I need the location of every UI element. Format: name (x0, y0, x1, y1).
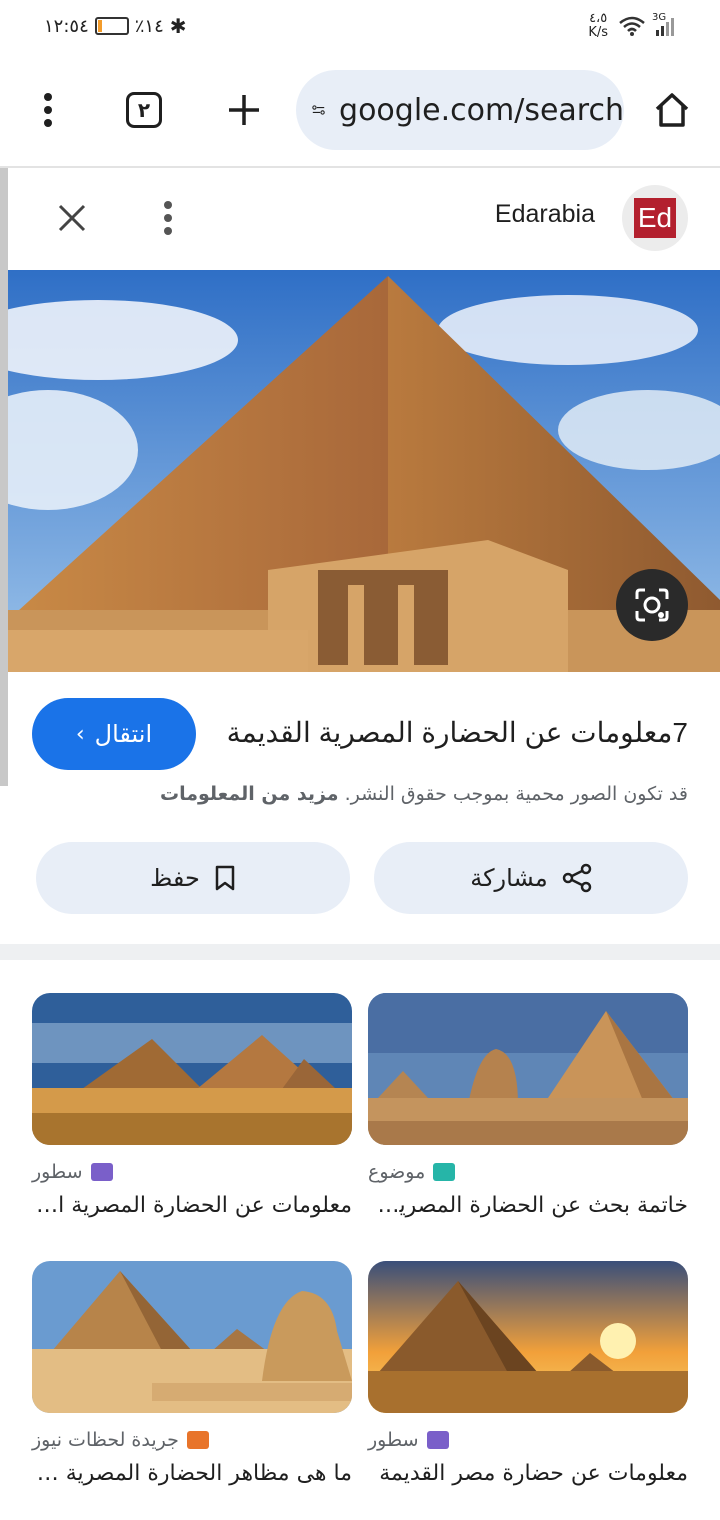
menu-icon[interactable] (30, 88, 66, 132)
related-source: موضوع (368, 1161, 688, 1183)
related-source: سطور (32, 1161, 352, 1183)
lens-icon (635, 588, 669, 622)
related-source: جريدة لحظات نيوز (32, 1429, 352, 1451)
related-source-name: سطور (32, 1161, 83, 1183)
bookmark-icon (215, 865, 235, 891)
save-button[interactable]: حفظ (36, 842, 350, 914)
preview-image[interactable] (8, 270, 720, 672)
share-label: مشاركة (470, 864, 548, 892)
bluetooth-icon: ✱ (169, 14, 187, 38)
battery-percent: ٪١٤ (134, 15, 164, 37)
url-text[interactable]: google.com/search (339, 93, 624, 128)
chevron-left-icon: ‹ (75, 721, 85, 747)
status-bar-left: ١٢:٥٤ ٪١٤ ✱ (44, 14, 187, 38)
toolbar-divider (0, 166, 720, 168)
related-card[interactable]: سطور معلومات عن الحضارة المصرية القديمة (32, 993, 352, 1218)
site-settings-icon[interactable] (312, 97, 325, 123)
favicon-icon (426, 1431, 449, 1449)
address-bar[interactable]: google.com/search (296, 70, 624, 150)
related-title[interactable]: ما هى مظاهر الحضارة المصرية القديمة (32, 1461, 352, 1486)
panel-scrollbar (0, 168, 8, 786)
status-time: ١٢:٥٤ (44, 15, 89, 37)
related-title[interactable]: خاتمة بحث عن الحضارة المصرية القديمة (368, 1193, 688, 1218)
source-logo-text: Ed (634, 198, 676, 238)
network-type: 3G (652, 12, 667, 23)
related-title[interactable]: معلومات عن حضارة مصر القديمة (368, 1461, 688, 1486)
copyright-notice: قد تكون الصور محمية بموجب حقوق النشر. مز… (160, 783, 688, 805)
related-source-name: سطور (368, 1429, 419, 1451)
related-title[interactable]: معلومات عن الحضارة المصرية القديمة (32, 1193, 352, 1218)
close-icon[interactable] (52, 198, 92, 238)
new-tab-icon[interactable] (226, 92, 262, 128)
speed-unit: K/s (588, 25, 608, 40)
related-thumbnail[interactable] (32, 1261, 352, 1413)
tab-count: ٢ (137, 98, 151, 122)
related-card[interactable]: موضوع خاتمة بحث عن الحضارة المصرية القدي… (368, 993, 688, 1218)
related-thumbnail[interactable] (368, 1261, 688, 1413)
lens-search-button[interactable] (616, 569, 688, 641)
section-separator (0, 944, 720, 960)
related-thumbnail[interactable] (32, 993, 352, 1145)
copyright-text: قد تكون الصور محمية بموجب حقوق النشر. (338, 783, 688, 805)
favicon-icon (186, 1431, 209, 1449)
network-speed: ٤،٥ K/s (588, 12, 608, 40)
related-source: سطور (368, 1429, 688, 1451)
tab-switcher-button[interactable]: ٢ (126, 92, 162, 128)
wifi-icon (619, 16, 645, 36)
image-title[interactable]: 7معلومات عن الحضارة المصرية القديمة (227, 716, 688, 749)
related-thumbnail[interactable] (368, 993, 688, 1145)
goto-button[interactable]: ‹ انتقال (32, 698, 196, 770)
home-icon[interactable] (652, 90, 692, 130)
favicon-icon (433, 1163, 456, 1181)
related-card[interactable]: سطور معلومات عن حضارة مصر القديمة (368, 1261, 688, 1486)
share-icon (562, 863, 591, 893)
source-logo[interactable]: Ed (622, 185, 688, 251)
status-bar-right: ٤،٥ K/s 3G (588, 12, 674, 40)
related-card[interactable]: جريدة لحظات نيوز ما هى مظاهر الحضارة الم… (32, 1261, 352, 1486)
save-label: حفظ (150, 864, 200, 892)
related-source-name: جريدة لحظات نيوز (32, 1429, 179, 1451)
source-name[interactable]: Edarabia (495, 200, 595, 229)
more-info-link[interactable]: مزيد من المعلومات (160, 783, 339, 805)
battery-icon (94, 17, 129, 35)
speed-value: ٤،٥ (589, 11, 608, 26)
share-button[interactable]: مشاركة (374, 842, 688, 914)
related-source-name: موضوع (368, 1161, 426, 1183)
signal-icon: 3G (652, 12, 674, 36)
favicon-icon (90, 1163, 113, 1181)
more-options-icon[interactable] (156, 198, 180, 238)
goto-label: انتقال (94, 720, 153, 748)
